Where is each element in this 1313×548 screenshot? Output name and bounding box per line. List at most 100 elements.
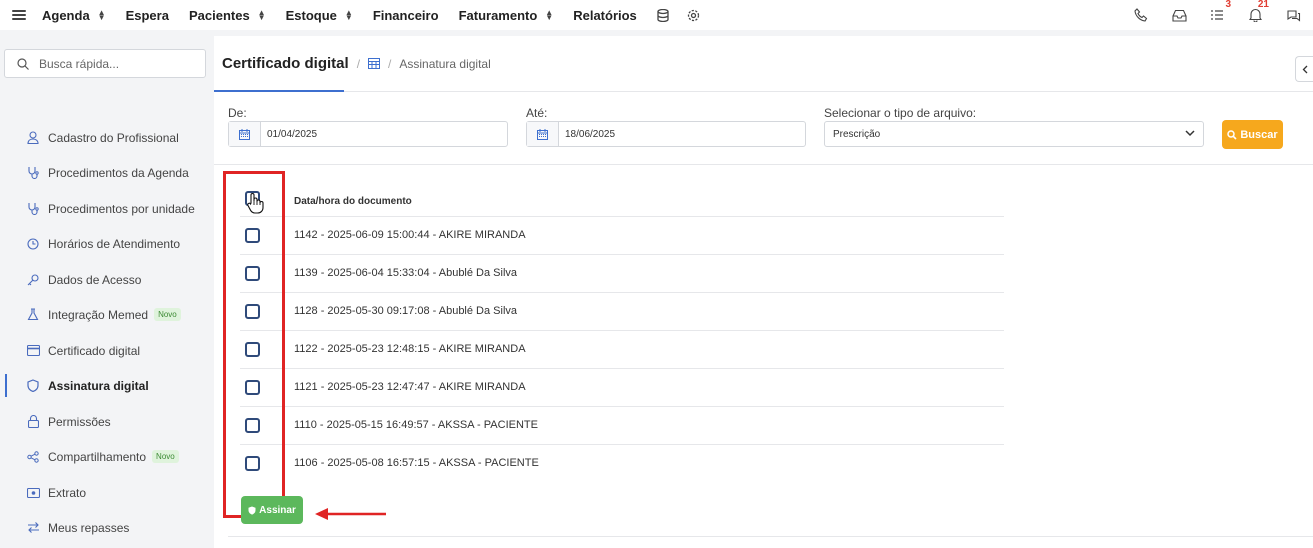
nav-estoque[interactable]: Estoque ▲ ▼ (286, 8, 353, 23)
tasks-badge: 3 (1225, 0, 1231, 10)
breadcrumb: Certificado digital / / Assinatura digit… (214, 36, 1313, 92)
sidebar-item-dados-acesso[interactable]: Dados de Acesso (0, 262, 214, 297)
column-header-datetime: Data/hora do documento (294, 196, 412, 207)
nav-estoque-label: Estoque (285, 7, 337, 23)
sidebar-item-label: Procedimentos da Agenda (48, 165, 189, 180)
sidebar-item-label: Compartilhamento (48, 449, 147, 464)
sidebar-item-label: Cadastro do Profissional (48, 130, 179, 145)
nav-agenda[interactable]: Agenda ▲ ▼ (42, 8, 106, 23)
transfer-icon (26, 521, 40, 535)
document-label: 1106 - 2025-05-08 16:57:15 - AKSSA - PAC… (294, 457, 539, 469)
nav-relatorios[interactable]: Relatórios (573, 8, 637, 23)
table-row: 1121 - 2025-05-23 12:47:47 - AKIRE MIRAN… (240, 368, 1004, 406)
phone-icon[interactable] (1131, 5, 1151, 25)
table-row: 1142 - 2025-06-09 15:00:44 - AKIRE MIRAN… (240, 216, 1004, 254)
clock-icon (26, 237, 40, 251)
credit-card-icon (26, 344, 40, 358)
from-label: De: (228, 106, 247, 120)
table-row: 1106 - 2025-05-08 16:57:15 - AKSSA - PAC… (240, 444, 1004, 482)
nav-faturamento-label: Faturamento (458, 7, 538, 23)
nav-faturamento[interactable]: Faturamento ▲ ▼ (459, 8, 554, 23)
inbox-icon[interactable] (1169, 5, 1189, 25)
document-label: 1122 - 2025-05-23 12:48:15 - AKIRE MIRAN… (294, 343, 526, 355)
sidebar-item-certificado[interactable]: Certificado digital (0, 333, 214, 368)
table-row: 1128 - 2025-05-30 09:17:08 - Abublé Da S… (240, 292, 1004, 330)
search-button[interactable]: Buscar (1222, 120, 1283, 149)
sidebar-item-compartilhamento[interactable]: Compartilhamento Novo (0, 439, 214, 474)
sidebar-item-repasses[interactable]: Meus repasses (0, 510, 214, 545)
sidebar-item-assinatura[interactable]: Assinatura digital (0, 368, 214, 403)
document-label: 1128 - 2025-05-30 09:17:08 - Abublé Da S… (294, 305, 518, 317)
sidebar-item-procedimentos-agenda[interactable]: Procedimentos da Agenda (0, 155, 214, 190)
gear-icon[interactable] (687, 9, 700, 22)
new-badge: Novo (154, 308, 181, 321)
to-date-field[interactable]: 18/06/2025 (526, 121, 806, 147)
sidebar: Busca rápida... Cadastro do Profissional… (0, 36, 214, 548)
lock-icon (26, 415, 40, 429)
stethoscope-icon (26, 202, 40, 216)
page-title[interactable]: Certificado digital (222, 55, 349, 72)
chat-icon[interactable] (1283, 5, 1303, 25)
nav-pacientes-label: Pacientes (188, 7, 250, 23)
document-label: 1142 - 2025-06-09 15:00:44 - AKIRE MIRAN… (294, 229, 526, 241)
search-icon (1227, 129, 1237, 140)
quick-search-input[interactable]: Busca rápida... (4, 49, 206, 78)
breadcrumb-underline (214, 90, 344, 92)
sidebar-item-label: Extrato (48, 485, 87, 500)
top-navbar: Agenda ▲ ▼ Espera Pacientes ▲ ▼ Estoque ▲ ▼ Fi… (0, 0, 1313, 30)
nav-pacientes[interactable]: Pacientes ▲ ▼ (189, 8, 266, 23)
shield-icon (248, 506, 256, 515)
sidebar-item-memed[interactable]: Integração Memed Novo (0, 297, 214, 332)
table-icon (368, 58, 381, 69)
nav-relatorios-label: Relatórios (573, 7, 637, 23)
sidebar-item-label: Dados de Acesso (48, 272, 142, 287)
file-type-value: Prescrição (833, 128, 881, 140)
arrow-left-icon (315, 508, 386, 520)
sidebar-item-permissoes[interactable]: Permissões (0, 404, 214, 439)
menu-icon[interactable] (12, 10, 26, 20)
nav-financeiro[interactable]: Financeiro (373, 8, 439, 23)
search-icon (17, 57, 29, 70)
sidebar-item-label: Horários de Atendimento (48, 236, 181, 251)
breadcrumb-separator: / (388, 56, 392, 71)
file-type-select[interactable]: Prescrição (824, 121, 1204, 147)
sort-caret-icon: ▲ ▼ (257, 8, 266, 22)
sidebar-item-extrato[interactable]: Extrato (0, 475, 214, 510)
sidebar-item-cadastro[interactable]: Cadastro do Profissional (0, 120, 214, 155)
sidebar-item-label: Integração Memed (48, 307, 149, 322)
document-label: 1139 - 2025-06-04 15:33:04 - Abublé Da S… (294, 267, 518, 279)
nav-espera-label: Espera (125, 7, 169, 23)
from-date-field[interactable]: 01/04/2025 (228, 121, 508, 147)
to-date-value: 18/06/2025 (565, 128, 616, 140)
calendar-icon (229, 122, 261, 146)
stethoscope-icon (26, 166, 40, 180)
collapse-panel-button[interactable] (1295, 56, 1313, 82)
key-icon (26, 273, 40, 287)
tasks-icon[interactable]: 3 (1207, 0, 1231, 25)
main-panel: Certificado digital / / Assinatura digit… (214, 36, 1313, 548)
chevron-left-icon (1302, 65, 1307, 73)
highlight-box (223, 171, 285, 518)
sidebar-item-label: Certificado digital (48, 343, 141, 358)
sort-caret-icon: ▲ ▼ (344, 8, 353, 22)
nav-espera[interactable]: Espera (126, 8, 169, 23)
database-icon[interactable] (657, 8, 669, 22)
table-row: 1122 - 2025-05-23 12:48:15 - AKIRE MIRAN… (240, 330, 1004, 368)
table-row: 1110 - 2025-05-15 16:49:57 - AKSSA - PAC… (240, 406, 1004, 444)
sidebar-item-horarios[interactable]: Horários de Atendimento (0, 226, 214, 261)
sidebar-item-procedimentos-unidade[interactable]: Procedimentos por unidade (0, 191, 214, 226)
sign-button[interactable]: Assinar (241, 496, 303, 524)
table-row: 1139 - 2025-06-04 15:33:04 - Abublé Da S… (240, 254, 1004, 292)
quick-search-placeholder: Busca rápida... (39, 56, 120, 71)
document-label: 1121 - 2025-05-23 12:47:47 - AKIRE MIRAN… (294, 381, 526, 393)
sidebar-item-label: Assinatura digital (48, 378, 149, 393)
share-icon (26, 450, 40, 464)
from-date-value: 01/04/2025 (267, 128, 318, 140)
sidebar-item-label: Meus repasses (48, 520, 130, 535)
to-label: Até: (526, 106, 548, 120)
search-button-label: Buscar (1240, 128, 1278, 141)
sort-caret-icon: ▲ ▼ (545, 8, 554, 22)
bell-icon[interactable]: 21 (1245, 0, 1269, 25)
breadcrumb-current: Assinatura digital (399, 56, 491, 71)
filters-bar: De: 01/04/2025 Até: 18/06/2025 Seleciona… (214, 93, 1313, 165)
